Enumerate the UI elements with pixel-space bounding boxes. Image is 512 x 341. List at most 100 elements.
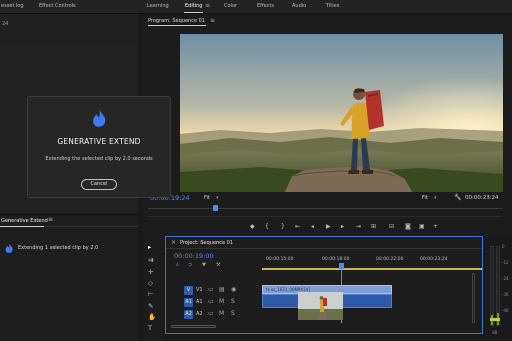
meter-unit-label: dB — [492, 330, 498, 335]
flame-icon — [93, 109, 106, 127]
step-forward-icon[interactable]: ▸ — [341, 223, 344, 230]
ruler-label: 00:00:23:24 — [420, 257, 448, 262]
meter-left — [490, 246, 494, 326]
wrench-icon[interactable]: 🔧 — [454, 194, 461, 201]
razor-tool-icon[interactable]: ◇ — [148, 279, 153, 287]
pen-tool-icon[interactable]: ✎ — [148, 302, 153, 310]
dialog-message: Extending the selected clip by 2.0 secon… — [45, 156, 153, 162]
solo-icon[interactable]: S — [231, 298, 235, 305]
zoom-select-left[interactable]: Fit — [204, 195, 210, 201]
generative-extend-dialog: GENERATIVE EXTEND Extending the selected… — [27, 96, 171, 198]
timeline-header: × Project: Sequence 01 — [166, 237, 482, 249]
settings-icon[interactable]: ⚒ — [216, 262, 220, 268]
workspace-color[interactable]: Color — [224, 3, 237, 9]
extract-icon[interactable]: ⊟ — [389, 223, 394, 230]
active-tab-underline — [0, 226, 44, 227]
sync-icon[interactable]: ▤ — [219, 286, 225, 293]
meter-scale-label: -12 — [502, 260, 509, 265]
panel-menu-icon[interactable]: ≡ — [48, 216, 53, 223]
track-label: V1 — [196, 287, 203, 293]
ruler-label: 00:00:22:00 — [376, 257, 404, 262]
step-back-icon[interactable]: ◂ — [311, 223, 314, 230]
clip-thumbnail — [298, 292, 343, 320]
snap-icon[interactable]: ⌕ — [176, 262, 179, 268]
workspace-titles[interactable]: Titles — [326, 3, 339, 9]
ruler-label: 00:00:18:00 — [322, 257, 350, 262]
monitor-title[interactable]: Program: Sequence 01 — [148, 18, 205, 24]
playhead-marker[interactable] — [213, 205, 218, 211]
track-a1-header: A1 A1 ▭ M S — [183, 297, 258, 308]
chevron-down-icon[interactable]: ▾ — [216, 195, 219, 201]
mark-in-icon[interactable]: { — [265, 223, 269, 230]
tab-effect-controls[interactable]: Effect Controls — [39, 3, 76, 9]
lift-icon[interactable]: ⊞ — [371, 223, 376, 230]
selection-tool-icon[interactable]: ▸ — [148, 243, 151, 251]
chevron-down-icon[interactable]: ▾ — [434, 195, 437, 201]
cancel-button[interactable]: Cancel — [81, 179, 117, 190]
generation-status: Extending 1 selected clip by 2.0 — [18, 245, 99, 251]
generative-extend-panel: Generative Extend ≡ Extending 1 selected… — [0, 214, 138, 341]
tab-essential-log[interactable]: esset log — [1, 3, 24, 9]
eye-icon[interactable]: ◉ — [231, 286, 236, 293]
workspace-editing[interactable]: Editing — [185, 3, 202, 9]
track-a2-header: A2 A2 ▭ M S — [183, 309, 258, 320]
add-marker-icon[interactable]: ◆ — [250, 223, 255, 230]
menu-icon[interactable]: ≡ — [205, 2, 210, 9]
camera-icon[interactable]: ◙ — [405, 223, 411, 230]
track-target-a1[interactable]: A1 — [184, 298, 193, 307]
mute-icon[interactable]: M — [219, 310, 224, 317]
meter-right — [496, 246, 500, 326]
track-label: A1 — [196, 299, 203, 305]
solo-icon[interactable]: S — [231, 310, 235, 317]
track-target-a2[interactable]: A2 — [184, 310, 193, 319]
panel-title[interactable]: Generative Extend — [1, 218, 48, 224]
mute-icon[interactable]: M — [219, 298, 224, 305]
timeline-timecode[interactable]: 00:00:19:00 — [174, 252, 214, 260]
track-target-v[interactable]: V — [184, 286, 193, 295]
add-icon[interactable]: + — [433, 223, 438, 230]
mark-out-icon[interactable]: } — [281, 223, 285, 230]
track-v1-header: V V1 ▭ ▤ ◉ — [183, 285, 258, 296]
link-icon[interactable]: ⊃ — [188, 262, 192, 268]
vertical-scrollbar[interactable] — [472, 273, 475, 323]
lock-icon[interactable]: ▭ — [208, 298, 214, 305]
duration-timecode: 00:00:23:24 — [465, 195, 499, 201]
monitor-zoom-bar[interactable] — [148, 216, 503, 217]
play-icon[interactable]: ▶ — [326, 223, 331, 230]
meter-scale-label: 0 — [502, 244, 505, 249]
lock-icon[interactable]: ▭ — [208, 286, 214, 293]
workspace-effects[interactable]: Effects — [257, 3, 274, 9]
meter-scale-label: -36 — [502, 292, 509, 297]
active-tab-underline — [148, 25, 206, 26]
active-tab-underline — [184, 12, 203, 13]
meter-scale-label: -24 — [502, 276, 509, 281]
ripple-edit-tool-icon[interactable]: ✛ — [148, 268, 153, 276]
slip-tool-icon[interactable]: ⊢ — [148, 290, 154, 298]
zoom-select-right[interactable]: Fit — [422, 195, 428, 201]
close-icon[interactable]: × — [171, 239, 176, 246]
lock-icon[interactable]: ▭ — [208, 310, 214, 317]
monitor-menu-icon[interactable]: ≡ — [210, 17, 215, 24]
horizontal-scrollbar[interactable] — [171, 325, 216, 328]
panel-sub-label: 24 — [2, 21, 9, 27]
sequence-tab[interactable]: Project: Sequence 01 — [180, 240, 233, 246]
type-tool-icon[interactable]: T — [148, 324, 152, 332]
meter-peak — [490, 318, 500, 321]
track-select-tool-icon[interactable]: ⇉ — [148, 256, 153, 264]
work-area-bar[interactable] — [262, 268, 482, 270]
go-to-out-icon[interactable]: ⇥ — [356, 223, 361, 230]
audio-meters: 0 -12 -24 -36 -48 dB — [486, 236, 512, 341]
go-to-in-icon[interactable]: ⇤ — [295, 223, 300, 230]
workspace-learning[interactable]: Learning — [147, 3, 169, 9]
hand-tool-icon[interactable]: ✋ — [148, 313, 156, 321]
comparison-icon[interactable]: ▣ — [419, 223, 425, 230]
timeline-panel: × Project: Sequence 01 00:00:19:00 ⌕ ⊃ ▼… — [165, 236, 483, 334]
ruler-label: 00:00:15:00 — [266, 257, 294, 262]
monitor-scrub-bar[interactable] — [148, 208, 503, 209]
track-label: A2 — [196, 311, 203, 317]
workspace-audio[interactable]: Audio — [292, 3, 306, 9]
panel-header: Generative Extend ≡ — [0, 215, 138, 227]
workspace-bar: esset log Effect Controls Learning Editi… — [0, 0, 512, 14]
tools-panel: ▸ ⇉ ✛ ◇ ⊢ ✎ ✋ T — [142, 236, 162, 341]
marker-icon[interactable]: ▼ — [202, 262, 206, 268]
